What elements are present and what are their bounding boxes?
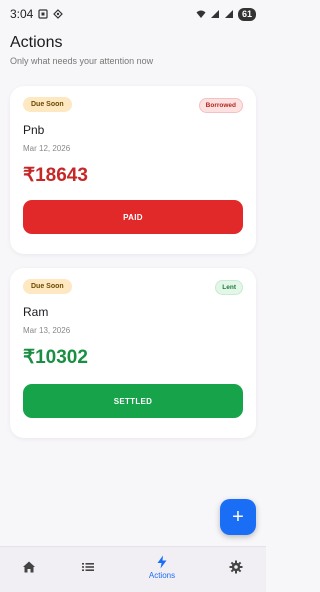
paid-button[interactable]: PAID (23, 200, 243, 234)
signal-icon (210, 10, 219, 18)
plus-icon: + (232, 505, 244, 528)
list-icon (82, 563, 94, 571)
gear-icon (229, 560, 243, 574)
page-title: Actions (10, 34, 63, 51)
battery-indicator: 61 (237, 7, 256, 21)
home-icon (23, 561, 35, 573)
card-amount: ₹18643 (23, 165, 88, 186)
screenshot-icon (38, 9, 48, 19)
page-subtitle: Only what needs your attention now (10, 56, 154, 66)
card-name: Ram (23, 305, 49, 319)
add-button[interactable]: + (220, 499, 256, 535)
bottom-nav: Actions (0, 546, 266, 592)
signal-icon-2 (224, 10, 233, 18)
card-date: Mar 12, 2026 (23, 144, 71, 153)
borrowed-badge: Borrowed (198, 98, 243, 113)
action-card[interactable]: Due Soon Borrowed Pnb Mar 12, 2026 ₹1864… (10, 86, 256, 254)
nav-actions[interactable]: Actions (137, 547, 187, 587)
due-soon-badge: Due Soon (23, 279, 72, 294)
bolt-icon (157, 555, 167, 568)
card-name: Pnb (23, 123, 45, 137)
nav-actions-label: Actions (148, 570, 176, 580)
due-soon-badge: Due Soon (23, 97, 72, 112)
status-time: 3:04 (10, 7, 34, 21)
wifi-icon (196, 10, 206, 18)
lent-badge: Lent (215, 280, 243, 295)
card-date: Mar 13, 2026 (23, 326, 71, 335)
action-card[interactable]: Due Soon Lent Ram Mar 13, 2026 ₹10302 SE… (10, 268, 256, 438)
location-icon (53, 9, 64, 19)
nav-list[interactable] (63, 547, 113, 587)
settled-button[interactable]: SETTLED (23, 384, 243, 418)
nav-home[interactable] (4, 547, 54, 587)
card-amount: ₹10302 (23, 347, 88, 368)
nav-settings[interactable] (211, 547, 261, 587)
status-bar: 3:04 61 (0, 0, 266, 28)
